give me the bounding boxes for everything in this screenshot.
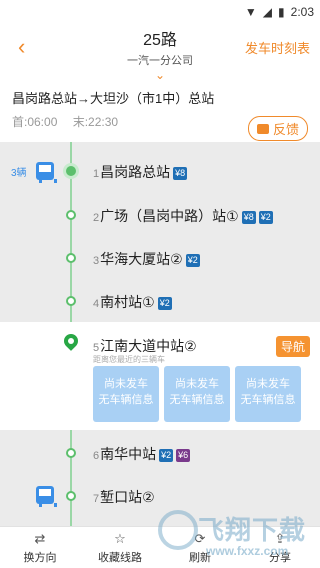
message-icon xyxy=(256,123,269,134)
stop-number: 6 xyxy=(93,450,100,462)
route-direction: 昌岗路总站→大坦沙（市1中）总站 xyxy=(12,91,215,106)
current-stop-name: 5江南大道中站② xyxy=(93,336,197,356)
nearest-hint: 距离您最近的三辆车 xyxy=(93,355,165,364)
back-icon[interactable]: ‹ xyxy=(18,34,25,60)
stop-number: 4 xyxy=(93,298,100,310)
stop-label: 广场（昌岗中路）站① xyxy=(100,208,239,224)
stop-number: 7 xyxy=(93,493,100,505)
location-pin-icon xyxy=(61,331,81,351)
tab-label: 收藏线路 xyxy=(98,551,142,564)
tab-label: 分享 xyxy=(269,551,291,564)
star-icon: ☆ xyxy=(114,530,126,546)
stop-label: 昌岗路总站 xyxy=(100,164,171,180)
stop-item[interactable]: 4南村站① ¥2 xyxy=(0,280,320,322)
card-info: 无车辆信息 xyxy=(169,394,225,406)
stop-name: 1昌岗路总站 ¥8 xyxy=(93,162,188,182)
last-bus-time: 末:22:30 xyxy=(72,115,119,129)
stop-label: 南村站① xyxy=(100,294,155,310)
share-button[interactable]: ⇪ 分享 xyxy=(240,527,320,568)
fare-tag: ¥6 xyxy=(176,448,191,462)
stop-item[interactable]: 3华海大厦站② ¥2 xyxy=(0,237,320,279)
header: ‹ 25路 一汽一分公司 发车时刻表 xyxy=(0,24,320,70)
status-time: 2:03 xyxy=(290,5,314,19)
stop-item[interactable]: 6南华中站 ¥2 ¥6 xyxy=(0,432,320,474)
route-info: 昌岗路总站→大坦沙（市1中）总站 首:06:00 末:22:30 反馈 xyxy=(0,84,320,141)
stop-dot xyxy=(66,491,76,501)
favorite-route-button[interactable]: ☆ 收藏线路 xyxy=(80,527,160,568)
card-status: 尚未发车 xyxy=(175,378,219,390)
title-block: 25路 一汽一分公司 xyxy=(127,26,193,68)
fare-tag: ¥8 xyxy=(241,210,256,224)
bottom-toolbar: ⇄ 换方向 ☆ 收藏线路 ⟳ 刷新 ⇪ 分享 xyxy=(0,526,320,568)
share-icon: ⇪ xyxy=(274,530,286,546)
stop-label: 江南大道中站② xyxy=(100,338,197,354)
tab-label: 换方向 xyxy=(23,551,57,564)
stop-number: 5 xyxy=(93,342,100,354)
card-status: 尚未发车 xyxy=(104,378,148,390)
stop-item[interactable]: 7堑口站② xyxy=(0,475,320,517)
bus-card[interactable]: 尚未发车 无车辆信息 xyxy=(235,366,301,422)
stop-number: 1 xyxy=(93,168,100,180)
status-bar: ▼ ◢ ▮ 2:03 xyxy=(0,0,320,24)
navigate-button[interactable]: 导航 xyxy=(275,336,310,357)
stop-number: 3 xyxy=(93,255,100,267)
stop-label: 华海大厦站② xyxy=(100,251,183,267)
refresh-button[interactable]: ⟳ 刷新 xyxy=(160,527,240,568)
page-title: 25路 xyxy=(143,32,177,49)
battery-icon: ▮ xyxy=(278,5,285,19)
stop-name: 7堑口站② xyxy=(93,487,155,507)
stop-dot xyxy=(66,296,76,306)
stop-label: 南华中站 xyxy=(100,446,157,462)
signal-icon: ◢ xyxy=(262,5,273,19)
stop-name: 6南华中站 ¥2 ¥6 xyxy=(93,444,191,464)
page-subtitle: 一汽一分公司 xyxy=(127,55,193,67)
bus-card[interactable]: 尚未发车 无车辆信息 xyxy=(164,366,230,422)
tab-label: 刷新 xyxy=(189,551,211,564)
stop-item[interactable]: 1昌岗路总站 ¥8 xyxy=(0,150,320,192)
chevron-down-icon[interactable]: ⌄ xyxy=(0,69,320,84)
schedule-link[interactable]: 发车时刻表 xyxy=(245,38,310,57)
stop-name: 3华海大厦站② ¥2 xyxy=(93,249,200,269)
stop-dot xyxy=(66,166,76,176)
fare-tag: ¥8 xyxy=(173,166,188,180)
swap-icon: ⇄ xyxy=(34,530,46,546)
refresh-icon: ⟳ xyxy=(194,530,206,546)
stop-dot xyxy=(66,253,76,263)
stop-item[interactable]: 2广场（昌岗中路）站① ¥8 ¥2 xyxy=(0,194,320,236)
stop-dot xyxy=(66,448,76,458)
stop-name: 4南村站① ¥2 xyxy=(93,292,172,312)
stop-number: 2 xyxy=(93,212,100,224)
current-stop-panel[interactable]: 5江南大道中站② 距离您最近的三辆车 导航 尚未发车 无车辆信息 尚未发车 无车… xyxy=(0,322,320,430)
stop-label: 堑口站② xyxy=(100,489,155,505)
stop-name: 2广场（昌岗中路）站① ¥8 ¥2 xyxy=(93,206,273,226)
card-info: 无车辆信息 xyxy=(98,394,154,406)
stop-dot xyxy=(66,210,76,220)
fare-tag: ¥2 xyxy=(157,296,172,310)
first-bus-time: 首:06:00 xyxy=(12,115,58,129)
swap-direction-button[interactable]: ⇄ 换方向 xyxy=(0,527,80,568)
bus-cards: 尚未发车 无车辆信息 尚未发车 无车辆信息 尚未发车 无车辆信息 xyxy=(93,366,301,422)
fare-tag: ¥2 xyxy=(258,210,273,224)
card-status: 尚未发车 xyxy=(246,378,290,390)
feedback-button[interactable]: 反馈 xyxy=(247,116,308,141)
feedback-label: 反馈 xyxy=(272,122,299,137)
wifi-icon: ▼ xyxy=(244,5,257,19)
fare-tag: ¥2 xyxy=(185,253,200,267)
bus-card[interactable]: 尚未发车 无车辆信息 xyxy=(93,366,159,422)
fare-tag: ¥2 xyxy=(159,448,174,462)
card-info: 无车辆信息 xyxy=(240,394,296,406)
